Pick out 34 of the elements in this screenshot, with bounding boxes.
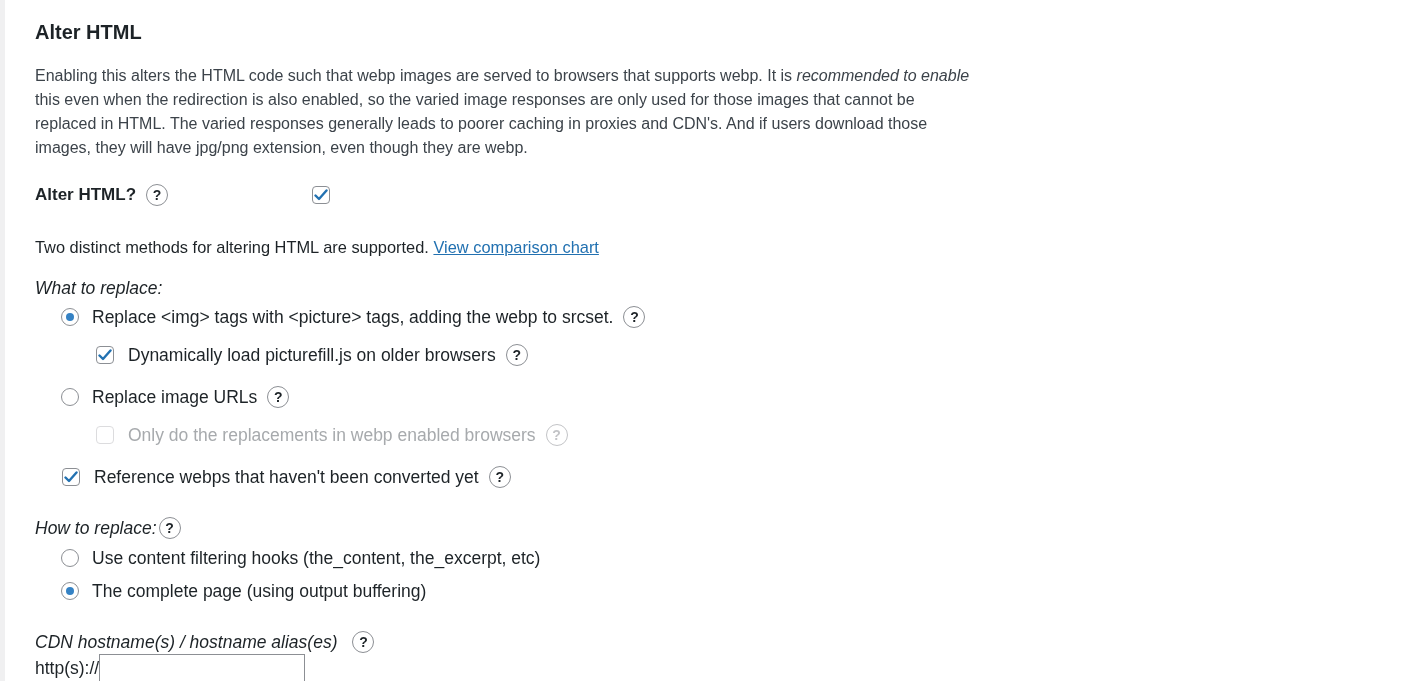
option-label: Reference webps that haven't been converted yet <box>94 466 479 489</box>
radio-button[interactable] <box>61 388 79 406</box>
help-button[interactable]: ? <box>505 344 528 366</box>
section-description: Enabling this alters the HTML code such that webp images are served to browsers that supports webp. It is recommended to enable this even when the redirection is also enabled, so the varied image responses are only used for those images that cannot be replaced in HTML. The varied responses generally leads to poorer caching in proxies and CDN's. And if users download those images, they will have jpg/png extension, even though they are webp. <box>35 66 971 158</box>
checkbox[interactable] <box>96 346 114 364</box>
hostname-input-field[interactable] <box>99 654 306 681</box>
checkmark-icon <box>98 349 112 361</box>
help-button[interactable]: ? <box>267 386 290 408</box>
help-button[interactable]: ? <box>488 466 511 488</box>
radio-button[interactable] <box>61 308 79 326</box>
checkmark-icon <box>314 189 328 201</box>
url-prefix: http(s):// <box>35 657 100 680</box>
option-label: Only do the replacements in webp enabled browsers <box>128 424 536 447</box>
help-button[interactable]: ? <box>158 517 181 539</box>
setting-label: Alter HTML? <box>35 184 137 206</box>
help-button[interactable]: ? <box>146 184 169 206</box>
comparison-chart-link[interactable]: View comparison chart <box>433 238 599 256</box>
checkmark-icon <box>64 471 78 483</box>
group-label: What to replace: <box>35 277 164 300</box>
help-button[interactable]: ? <box>623 306 646 328</box>
radio-button[interactable] <box>61 549 79 567</box>
option-label: Replace <img> tags with <picture> tags, adding the webp to srcset. <box>92 306 614 329</box>
checkbox[interactable] <box>312 186 330 204</box>
field-label: CDN hostname(s) / hostname alias(es) <box>35 631 338 654</box>
checkbox[interactable] <box>62 468 80 486</box>
help-button[interactable]: ? <box>352 631 375 653</box>
section-title: Alter HTML <box>35 20 143 45</box>
intro-text: Two distinct methods for altering HTML are supported. View comparison chart <box>35 237 600 258</box>
group-label: How to replace: <box>35 517 157 540</box>
option-label: Replace image URLs <box>92 386 258 409</box>
radio-button[interactable] <box>61 582 79 600</box>
option-label: Dynamically load picturefill.js on older browsers <box>128 344 496 367</box>
option-label: The complete page (using output buffering) <box>92 580 427 603</box>
option-label: Use content filtering hooks (the_content, the_excerpt, etc) <box>92 547 541 570</box>
